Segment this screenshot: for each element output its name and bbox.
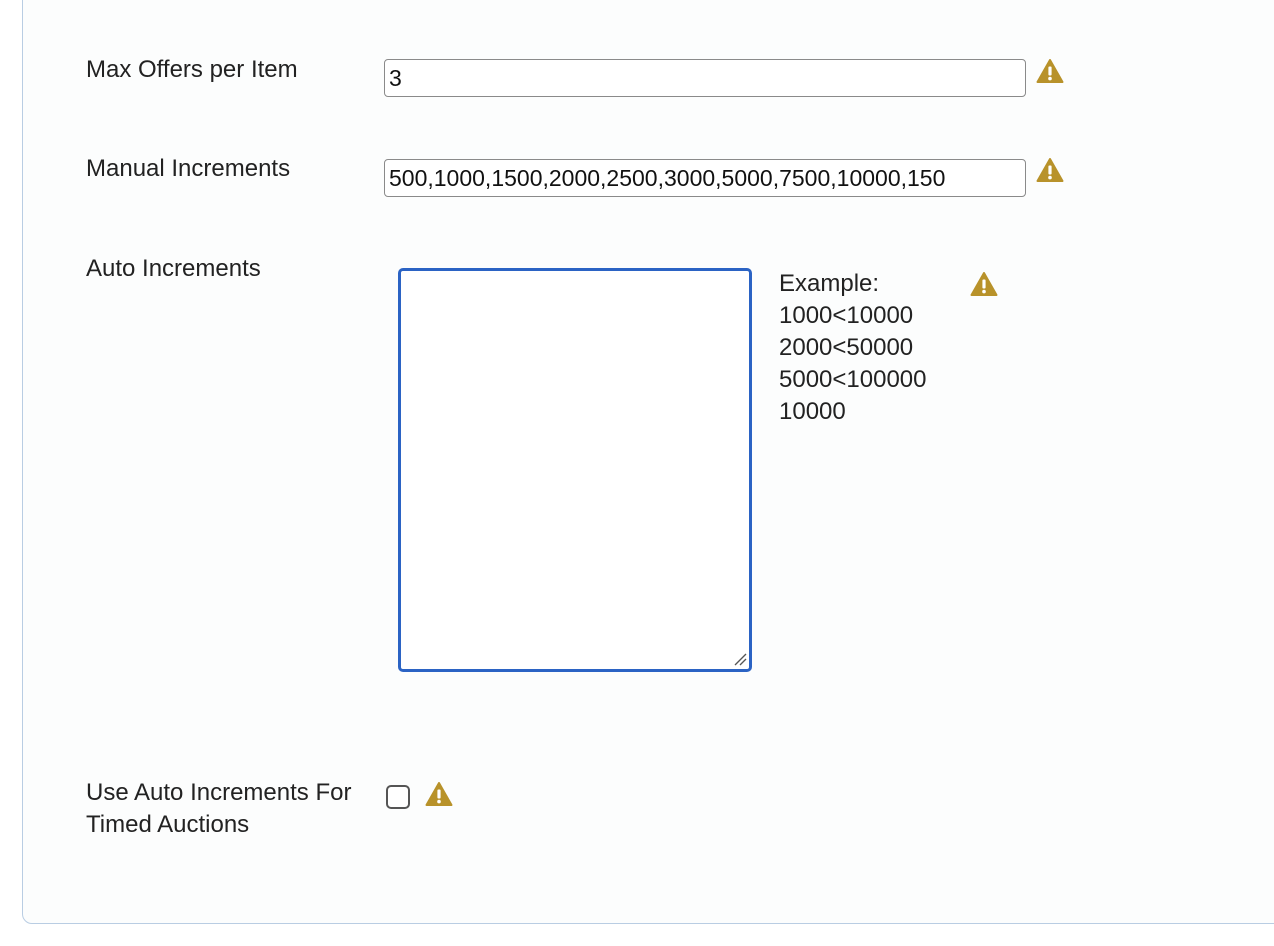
use-auto-increments-checkbox[interactable] (386, 785, 410, 809)
resize-grip-icon[interactable] (733, 652, 747, 666)
warning-triangle-icon (1036, 59, 1064, 83)
example-line: 10000 (779, 398, 846, 425)
auto-increments-textarea[interactable] (398, 268, 752, 672)
manual-increments-label: Manual Increments (86, 155, 291, 182)
warning-triangle-icon (1036, 158, 1064, 182)
auto-increments-label: Auto Increments (86, 255, 261, 282)
auto-increments-example: Example: 1000<10000 2000<50000 5000<1000… (779, 268, 927, 428)
max-offers-input[interactable] (384, 59, 1026, 97)
example-title: Example: (779, 270, 880, 297)
label-line: Use Auto Increments For (86, 779, 352, 806)
warning-triangle-icon (970, 272, 998, 296)
example-line: 2000<50000 (779, 334, 914, 361)
label-line: Timed Auctions (86, 811, 250, 838)
max-offers-label: Max Offers per Item (86, 56, 298, 83)
example-line: 5000<100000 (779, 366, 927, 393)
warning-triangle-icon (425, 782, 453, 806)
manual-increments-input[interactable] (384, 159, 1026, 197)
use-auto-increments-label: Use Auto Increments For Timed Auctions (86, 777, 351, 841)
example-line: 1000<10000 (779, 302, 914, 329)
